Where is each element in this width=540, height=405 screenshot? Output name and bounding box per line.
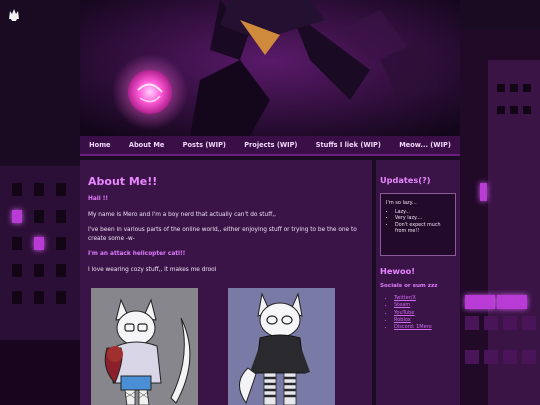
cozy-paragraph: I love wearing cozy stuff,, it makes me … — [88, 266, 217, 273]
page-title: About Me!! — [88, 175, 158, 188]
online-paragraph: I've been in various parts of the online… — [88, 227, 357, 242]
highlight-paragraph: I'm an attack helicopter catl!! — [88, 251, 186, 258]
character-art-right — [228, 288, 335, 405]
nav-meow[interactable]: Meow... (WIP) — [399, 141, 451, 149]
about-content: About Me!! Haii !! My name is Mero and I… — [80, 160, 372, 405]
link-discord[interactable]: Discord: 1Mero — [394, 324, 456, 331]
intro-paragraph: My name is Mero and I'm a boy nerd that … — [88, 211, 276, 218]
socials-title: Socials or sum zzz — [380, 283, 438, 289]
site-logo-icon[interactable] — [6, 6, 22, 22]
character-art-left — [91, 288, 198, 405]
link-youtube[interactable]: YouTube — [394, 310, 456, 317]
nav-stuffs[interactable]: Stuffs I liek (WIP) — [316, 141, 381, 149]
nav-posts[interactable]: Posts (WIP) — [183, 141, 226, 149]
link-steam[interactable]: Steam — [394, 302, 456, 309]
nav-about-me[interactable]: About Me — [129, 141, 165, 149]
nav-projects[interactable]: Projects (WIP) — [244, 141, 297, 149]
header-banner — [80, 0, 460, 136]
greeting-text: Haii !! — [88, 196, 109, 202]
updates-box: I'm so lazy... Lazy... Very lazy.... Don… — [380, 193, 456, 256]
nav-home[interactable]: Home — [89, 141, 110, 149]
banner-artwork — [80, 0, 460, 136]
link-roblox[interactable]: Roblox — [394, 317, 456, 324]
top-nav: Home About Me Posts (WIP) Projects (WIP)… — [80, 136, 460, 156]
socials-list: Twitter/X Steam YouTube Roblox Discord: … — [380, 295, 456, 331]
hewoo-title: Hewoo! — [380, 266, 415, 276]
updates-intro: I'm so lazy... — [386, 200, 417, 206]
main-column: Home About Me Posts (WIP) Projects (WIP)… — [80, 0, 460, 405]
link-twitter[interactable]: Twitter/X — [394, 295, 456, 302]
update-item: Don't expect much from me!! — [395, 223, 450, 236]
updates-title: Updates(?) — [380, 175, 431, 185]
sidebar: Updates(?) I'm so lazy... Lazy... Very l… — [376, 160, 460, 405]
